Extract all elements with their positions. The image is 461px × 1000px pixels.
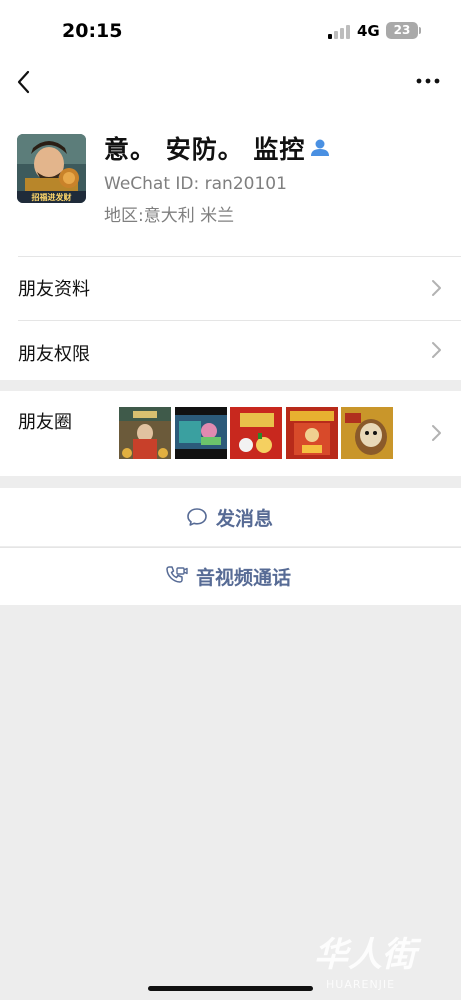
watermark-site: HUARENJIE bbox=[326, 978, 395, 991]
battery-level: 23 bbox=[393, 23, 411, 37]
friend-permissions-label: 朋友权限 bbox=[18, 344, 90, 365]
profile-header: 招福进发财 意。 安防。 监控 WeChat ID: ran20101 地区:意… bbox=[0, 104, 461, 256]
status-time: 20:15 bbox=[62, 20, 123, 42]
avatar[interactable]: 招福进发财 bbox=[17, 134, 86, 203]
watermark-brand: 华人街 bbox=[314, 935, 422, 975]
moments-thumbnail bbox=[341, 407, 393, 459]
watermark-logo: 华人街 HUARENJIE bbox=[286, 928, 451, 992]
avatar-image: 招福进发财 bbox=[17, 134, 86, 203]
video-call-label: 音视频通话 bbox=[196, 566, 292, 589]
moments-thumbnail bbox=[286, 407, 338, 459]
moments-thumbnail bbox=[175, 407, 227, 459]
moments-thumbnail bbox=[119, 407, 171, 459]
chevron-right-icon bbox=[432, 342, 441, 358]
region: 地区:意大利 米兰 bbox=[104, 206, 235, 226]
nav-bar bbox=[0, 60, 461, 104]
moments-row[interactable]: 朋友圈 bbox=[0, 391, 461, 476]
chevron-right-icon bbox=[432, 425, 441, 441]
moments-label: 朋友圈 bbox=[18, 412, 72, 433]
video-call-button[interactable]: 音视频通话 bbox=[0, 547, 461, 605]
moments-thumbnail bbox=[230, 407, 282, 459]
chat-bubble-icon bbox=[187, 508, 207, 526]
home-indicator[interactable] bbox=[148, 986, 313, 991]
profile-name: 意。 安防。 监控 bbox=[104, 135, 306, 164]
avatar-caption: 招福进发财 bbox=[32, 192, 72, 202]
friend-profile-row[interactable]: 朋友资料 bbox=[0, 256, 461, 320]
divider bbox=[18, 256, 461, 257]
contact-person-icon bbox=[311, 139, 329, 156]
battery-icon: 23 bbox=[386, 22, 418, 39]
friend-profile-label: 朋友资料 bbox=[18, 279, 90, 300]
chevron-left-icon[interactable] bbox=[14, 68, 36, 96]
more-dots-icon[interactable] bbox=[416, 78, 440, 84]
divider bbox=[18, 320, 461, 321]
wechat-id: WeChat ID: ran20101 bbox=[104, 174, 287, 194]
chevron-right-icon bbox=[432, 280, 441, 296]
send-message-button[interactable]: 发消息 bbox=[0, 488, 461, 546]
signal-icon bbox=[328, 25, 352, 39]
network-type: 4G bbox=[357, 22, 380, 40]
send-message-label: 发消息 bbox=[216, 507, 274, 530]
status-bar: 20:15 4G 23 bbox=[0, 0, 461, 60]
friend-permissions-row[interactable]: 朋友权限 bbox=[0, 320, 461, 380]
battery-cap bbox=[419, 27, 421, 34]
video-call-icon bbox=[166, 566, 188, 583]
